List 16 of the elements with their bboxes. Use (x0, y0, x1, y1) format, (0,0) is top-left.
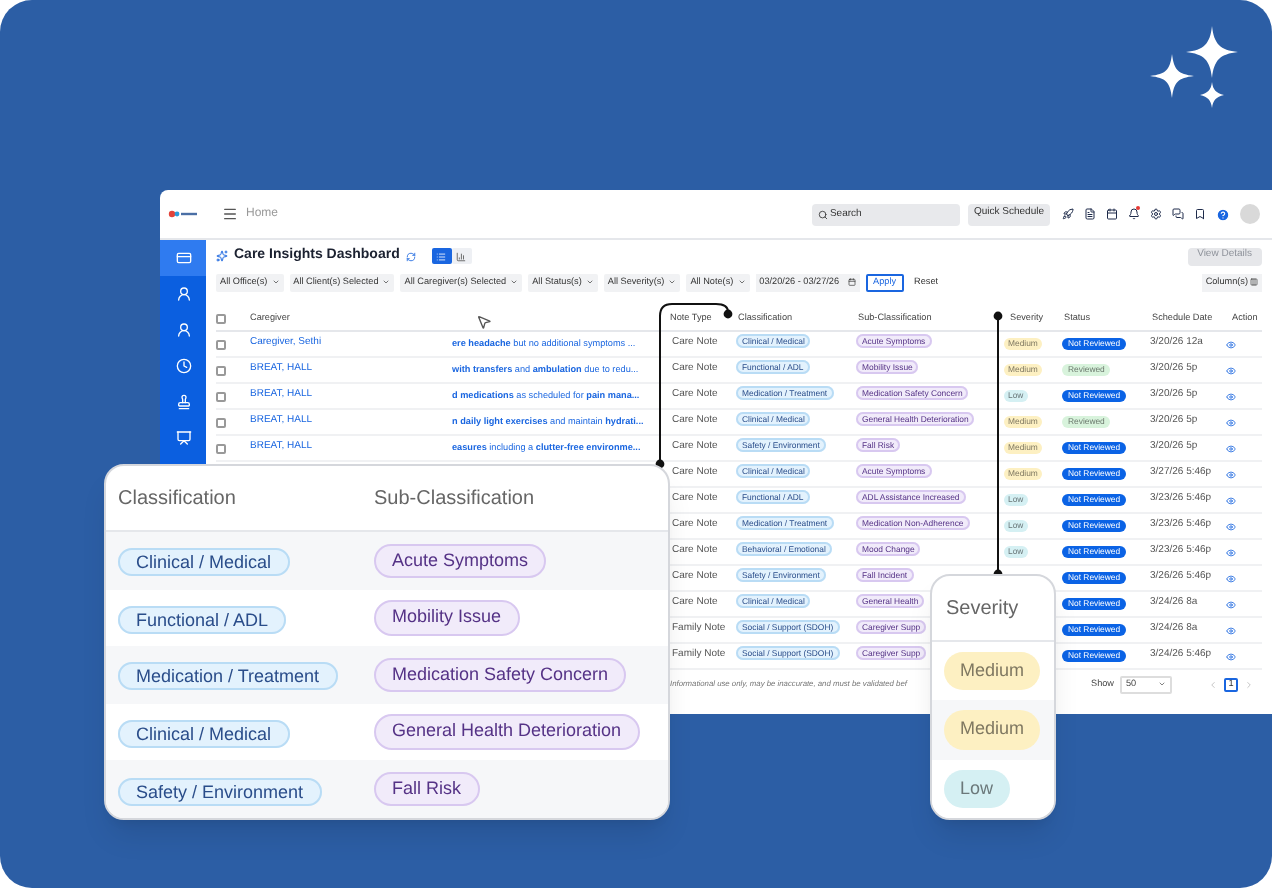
sub-classification-tag: Fall Risk (374, 771, 480, 807)
sub-classification-tag: Acute Symptoms (374, 543, 547, 579)
sub-classification-tag: General Health Deterioration (374, 714, 640, 750)
classification-tag: Medication / Treatment (118, 662, 338, 691)
column-header[interactable]: Severity (946, 593, 1019, 623)
severity-badge: Medium (944, 651, 1041, 691)
sub-classification-tag: Mobility Issue (374, 600, 520, 636)
column-header[interactable]: Sub-Classification (374, 483, 535, 513)
column-header[interactable]: Classification (106, 483, 374, 513)
severity-badge: Low (944, 769, 1010, 809)
sub-classification-tag: Medication Safety Concern (374, 657, 627, 693)
classification-tag: Safety / Environment (118, 777, 322, 806)
severity-badge: Medium (944, 710, 1041, 750)
classification-tag: Clinical / Medical (118, 720, 290, 749)
classification-tag: Clinical / Medical (118, 548, 290, 577)
classification-tag: Functional / ADL (118, 605, 287, 634)
